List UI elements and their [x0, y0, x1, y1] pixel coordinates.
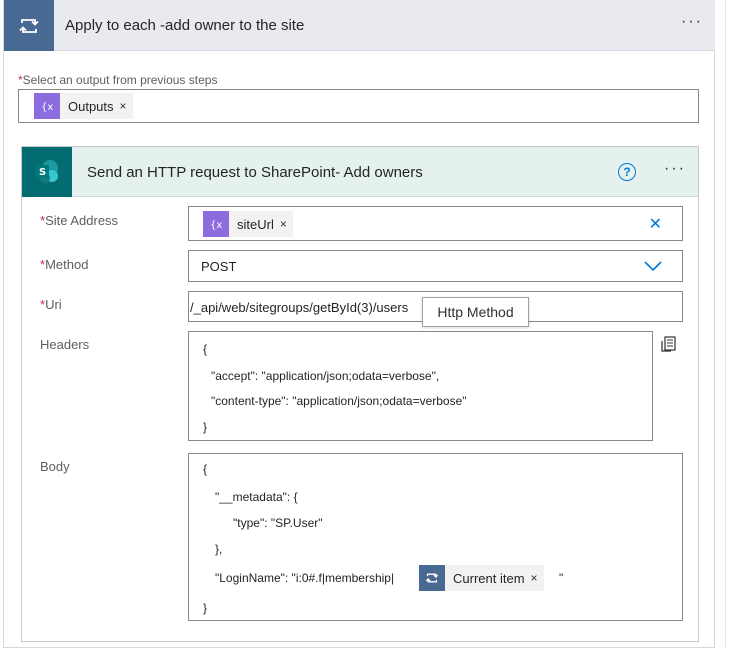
canvas-edge: [725, 0, 726, 648]
loop-icon: [419, 565, 445, 591]
siteurl-token-remove-icon[interactable]: ×: [280, 217, 293, 231]
method-label: *Method: [40, 257, 89, 272]
outputs-token-label: Outputs: [68, 98, 114, 114]
body-line: "__metadata": {: [215, 490, 298, 504]
expression-icon: {x}: [203, 211, 229, 237]
uri-value: /_api/web/sitegroups/getById(3)/users: [190, 300, 409, 315]
outputs-token-remove-icon[interactable]: ×: [120, 99, 133, 113]
siteurl-token-label: siteUrl: [237, 216, 274, 232]
body-line: "LoginName": "i:0#.f|membership|: [215, 571, 395, 585]
siteurl-token[interactable]: {x} siteUrl ×: [203, 211, 293, 237]
help-icon[interactable]: ?: [618, 163, 636, 181]
action-more-options-button[interactable]: ···: [664, 160, 686, 178]
headers-line: "accept": "application/json;odata=verbos…: [211, 369, 440, 383]
http-request-action-card: S Send an HTTP request to SharePoint- Ad…: [21, 146, 699, 642]
body-label: Body: [40, 459, 70, 474]
http-request-action-title: Send an HTTP request to SharePoint- Add …: [87, 164, 423, 181]
current-item-token[interactable]: Current item ×: [419, 565, 544, 591]
select-output-field[interactable]: {x} Outputs ×: [18, 89, 699, 123]
site-address-label: *Site Address: [40, 213, 119, 228]
method-dropdown[interactable]: POST: [188, 250, 683, 282]
outputs-token[interactable]: {x} Outputs ×: [34, 93, 133, 119]
headers-line: "content-type": "application/json;odata=…: [211, 394, 467, 408]
headers-line: {: [203, 342, 208, 356]
chevron-down-icon[interactable]: [644, 261, 662, 272]
uri-label: *Uri: [40, 297, 62, 312]
body-line: },: [215, 542, 223, 556]
current-item-token-remove-icon[interactable]: ×: [531, 571, 544, 585]
body-field[interactable]: { "__metadata": { "type": "SP.User" }, "…: [188, 453, 683, 621]
body-line: "type": "SP.User": [233, 516, 323, 530]
switch-text-mode-icon[interactable]: [661, 336, 677, 352]
body-line: {: [203, 462, 208, 476]
apply-to-each-title: Apply to each -add owner to the site: [65, 17, 305, 34]
headers-label: Headers: [40, 337, 90, 352]
site-address-field[interactable]: {x} siteUrl × ✕: [188, 206, 683, 241]
loop-icon: [4, 0, 54, 51]
apply-to-each-header[interactable]: Apply to each -add owner to the site ···: [4, 0, 715, 51]
body-line-suffix: ": [559, 571, 564, 585]
loop-more-options-button[interactable]: ···: [681, 13, 703, 31]
select-output-label: *Select an output from previous steps: [18, 73, 218, 87]
http-method-tooltip: Http Method: [422, 297, 529, 327]
current-item-token-label: Current item: [453, 570, 525, 586]
svg-text:{x}: {x}: [41, 102, 54, 113]
svg-text:S: S: [39, 167, 46, 178]
http-request-action-header[interactable]: S Send an HTTP request to SharePoint- Ad…: [22, 147, 698, 197]
svg-text:{x}: {x}: [210, 220, 223, 231]
sharepoint-icon: S: [22, 147, 72, 197]
body-line: }: [203, 601, 208, 615]
method-value: POST: [201, 259, 237, 274]
expression-icon: {x}: [34, 93, 60, 119]
headers-line: }: [203, 420, 208, 434]
clear-icon[interactable]: ✕: [649, 214, 662, 234]
headers-field[interactable]: { "accept": "application/json;odata=verb…: [188, 331, 653, 441]
apply-to-each-card: Apply to each -add owner to the site ···…: [3, 0, 715, 648]
